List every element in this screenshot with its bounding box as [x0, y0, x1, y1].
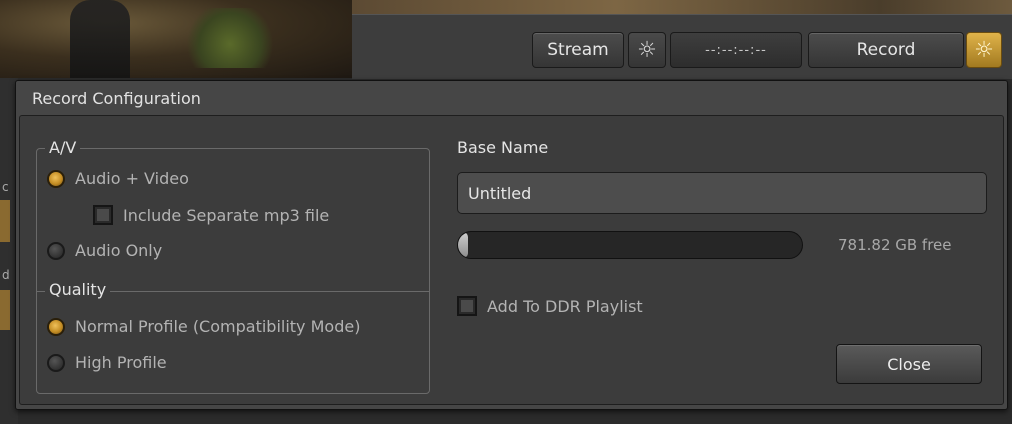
stream-button[interactable]: Stream: [532, 32, 624, 68]
free-space-text: 781.82 GB free: [838, 236, 952, 254]
gear-icon: ☼: [974, 37, 994, 63]
background-text: c: [2, 180, 9, 194]
storage-meter: [457, 231, 803, 259]
timecode-display: --:--:--:--: [670, 32, 802, 68]
video-preview: [0, 0, 352, 78]
checkbox-label: Include Separate mp3 file: [123, 205, 330, 225]
base-name-label: Base Name: [457, 138, 549, 157]
close-button[interactable]: Close: [836, 344, 982, 384]
record-configuration-dialog: Record Configuration A/V Audio + Video I…: [15, 80, 1008, 410]
radio-selected-icon: [47, 317, 65, 336]
dialog-title: Record Configuration: [32, 89, 201, 108]
checkbox-icon: [93, 205, 113, 225]
stream-settings-button[interactable]: ☼: [628, 32, 666, 68]
radio-label: High Profile: [75, 353, 167, 372]
top-bar: Stream ☼ --:--:--:-- Record ☼: [0, 0, 1012, 79]
radio-unselected-icon: [47, 353, 65, 372]
checkbox-label: Add To DDR Playlist: [487, 296, 643, 316]
radio-label: Normal Profile (Compatibility Mode): [75, 317, 361, 336]
radio-normal-profile[interactable]: Normal Profile (Compatibility Mode): [47, 317, 360, 336]
include-mp3-checkbox[interactable]: Include Separate mp3 file: [93, 205, 329, 225]
background-text: d: [2, 268, 10, 282]
add-to-ddr-checkbox[interactable]: Add To DDR Playlist: [457, 296, 643, 316]
radio-unselected-icon: [47, 241, 65, 260]
radio-label: Audio + Video: [75, 169, 189, 188]
gear-icon: ☼: [637, 37, 657, 63]
radio-audio-only[interactable]: Audio Only: [47, 241, 162, 260]
av-quality-group: A/V Audio + Video Include Separate mp3 f…: [36, 138, 430, 394]
storage-meter-fill: [458, 232, 469, 258]
dialog-body: A/V Audio + Video Include Separate mp3 f…: [19, 115, 1004, 405]
quality-legend: Quality: [45, 280, 111, 299]
background-item: [0, 290, 10, 330]
radio-selected-icon: [47, 169, 65, 188]
record-settings-button[interactable]: ☼: [966, 32, 1002, 68]
av-legend: A/V: [45, 138, 81, 157]
record-button[interactable]: Record: [808, 32, 964, 68]
radio-high-profile[interactable]: High Profile: [47, 353, 167, 372]
checkbox-icon: [457, 296, 477, 316]
radio-audio-video[interactable]: Audio + Video: [47, 169, 189, 188]
base-name-input[interactable]: Untitled: [457, 172, 987, 214]
radio-label: Audio Only: [75, 241, 163, 260]
background-item: [0, 200, 10, 242]
video-preview-strip: [352, 0, 1012, 14]
